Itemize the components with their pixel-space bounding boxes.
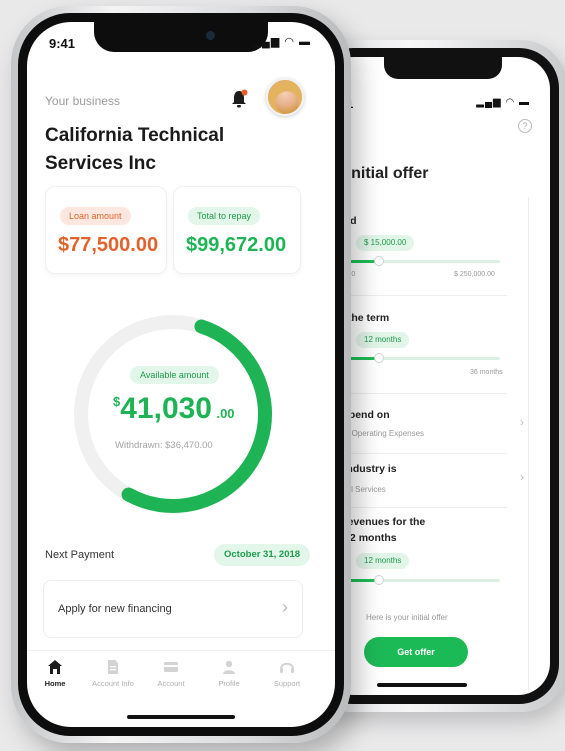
total-to-repay-card[interactable]: Total to repay $99,672.00 bbox=[173, 186, 301, 274]
status-icons: ▂▄▆ ◠ ▬ bbox=[476, 97, 530, 108]
front-phone-screen: 9:41 ▂▄▆ ◠ ▬ Your business California Te… bbox=[27, 22, 335, 727]
withdrawn-amount: Withdrawn: $36,470.00 bbox=[115, 440, 213, 451]
next-payment-date: October 31, 2018 bbox=[214, 544, 311, 566]
need-slider-knob[interactable] bbox=[373, 256, 384, 266]
home-indicator bbox=[127, 715, 235, 719]
home-indicator bbox=[377, 683, 467, 687]
total-to-repay-value: $99,672.00 bbox=[186, 234, 287, 256]
amount-cents: .00 bbox=[216, 406, 235, 421]
help-icon[interactable]: ? bbox=[518, 119, 532, 133]
person-icon bbox=[223, 660, 235, 674]
loan-amount-value: $77,500.00 bbox=[58, 234, 159, 256]
tab-label: Account Info bbox=[92, 679, 134, 688]
offer-text: Here is your initial offer bbox=[366, 613, 448, 622]
tab-account[interactable]: Account bbox=[143, 659, 199, 688]
front-notch bbox=[94, 22, 268, 52]
need-max: $ 250,000.00 bbox=[454, 271, 495, 278]
tab-support[interactable]: Support bbox=[259, 659, 315, 688]
tab-bar: Home Account Info Account Profile Suppor… bbox=[27, 650, 335, 700]
available-amount-panel: Available amount $41,030 .00 Withdrawn: … bbox=[69, 300, 277, 528]
back-phone-screen: 41 ▂▄▆ ◠ ▬ ? et initial offer need $ 15,… bbox=[322, 57, 550, 695]
chevron-right-icon[interactable]: › bbox=[520, 470, 524, 484]
bell-icon[interactable] bbox=[230, 89, 248, 109]
total-to-repay-label: Total to repay bbox=[188, 207, 261, 225]
document-icon bbox=[108, 660, 118, 674]
revenues-slider-knob[interactable] bbox=[373, 575, 384, 585]
apply-new-financing-button[interactable]: Apply for new financing › bbox=[43, 580, 303, 638]
business-label: Your business bbox=[45, 94, 120, 108]
amount-whole: 41,030 bbox=[120, 392, 212, 425]
avatar[interactable] bbox=[266, 78, 304, 116]
camera-icon bbox=[206, 31, 215, 40]
chevron-right-icon: › bbox=[282, 597, 288, 617]
tab-profile[interactable]: Profile bbox=[201, 659, 257, 688]
apply-new-financing-label: Apply for new financing bbox=[58, 603, 172, 615]
term-slider-knob[interactable] bbox=[373, 353, 384, 363]
need-value-pill: $ 15,000.00 bbox=[356, 235, 415, 251]
status-time: 9:41 bbox=[49, 36, 76, 51]
revenues-value-pill: 12 months bbox=[356, 553, 410, 569]
tab-label: Home bbox=[44, 679, 66, 688]
home-icon bbox=[48, 660, 62, 674]
term-max: 36 months bbox=[470, 369, 503, 376]
front-phone: 9:41 ▂▄▆ ◠ ▬ Your business California Te… bbox=[11, 6, 351, 743]
company-name: California Technical Services Inc bbox=[45, 125, 225, 174]
headset-icon bbox=[280, 662, 294, 673]
next-payment-label: Next Payment bbox=[45, 549, 115, 561]
status-icons: ▂▄▆ ◠ ▬ bbox=[252, 36, 311, 48]
tab-home[interactable]: Home bbox=[27, 659, 83, 688]
tab-account-info[interactable]: Account Info bbox=[85, 659, 141, 688]
available-amount-value: $41,030 .00 bbox=[113, 392, 235, 426]
avatar-hair bbox=[268, 80, 302, 114]
available-amount-label: Available amount bbox=[130, 366, 219, 384]
tab-label: Account bbox=[157, 679, 185, 688]
loan-amount-card[interactable]: Loan amount $77,500.00 bbox=[45, 186, 167, 274]
card-icon bbox=[164, 662, 178, 672]
tab-label: Profile bbox=[218, 679, 240, 688]
tab-label: Support bbox=[273, 679, 301, 688]
back-notch bbox=[384, 57, 502, 79]
get-offer-button[interactable]: Get offer bbox=[364, 637, 468, 667]
loan-amount-label: Loan amount bbox=[60, 207, 131, 225]
chevron-right-icon[interactable]: › bbox=[520, 415, 524, 429]
term-value-pill: 12 months bbox=[356, 332, 410, 348]
